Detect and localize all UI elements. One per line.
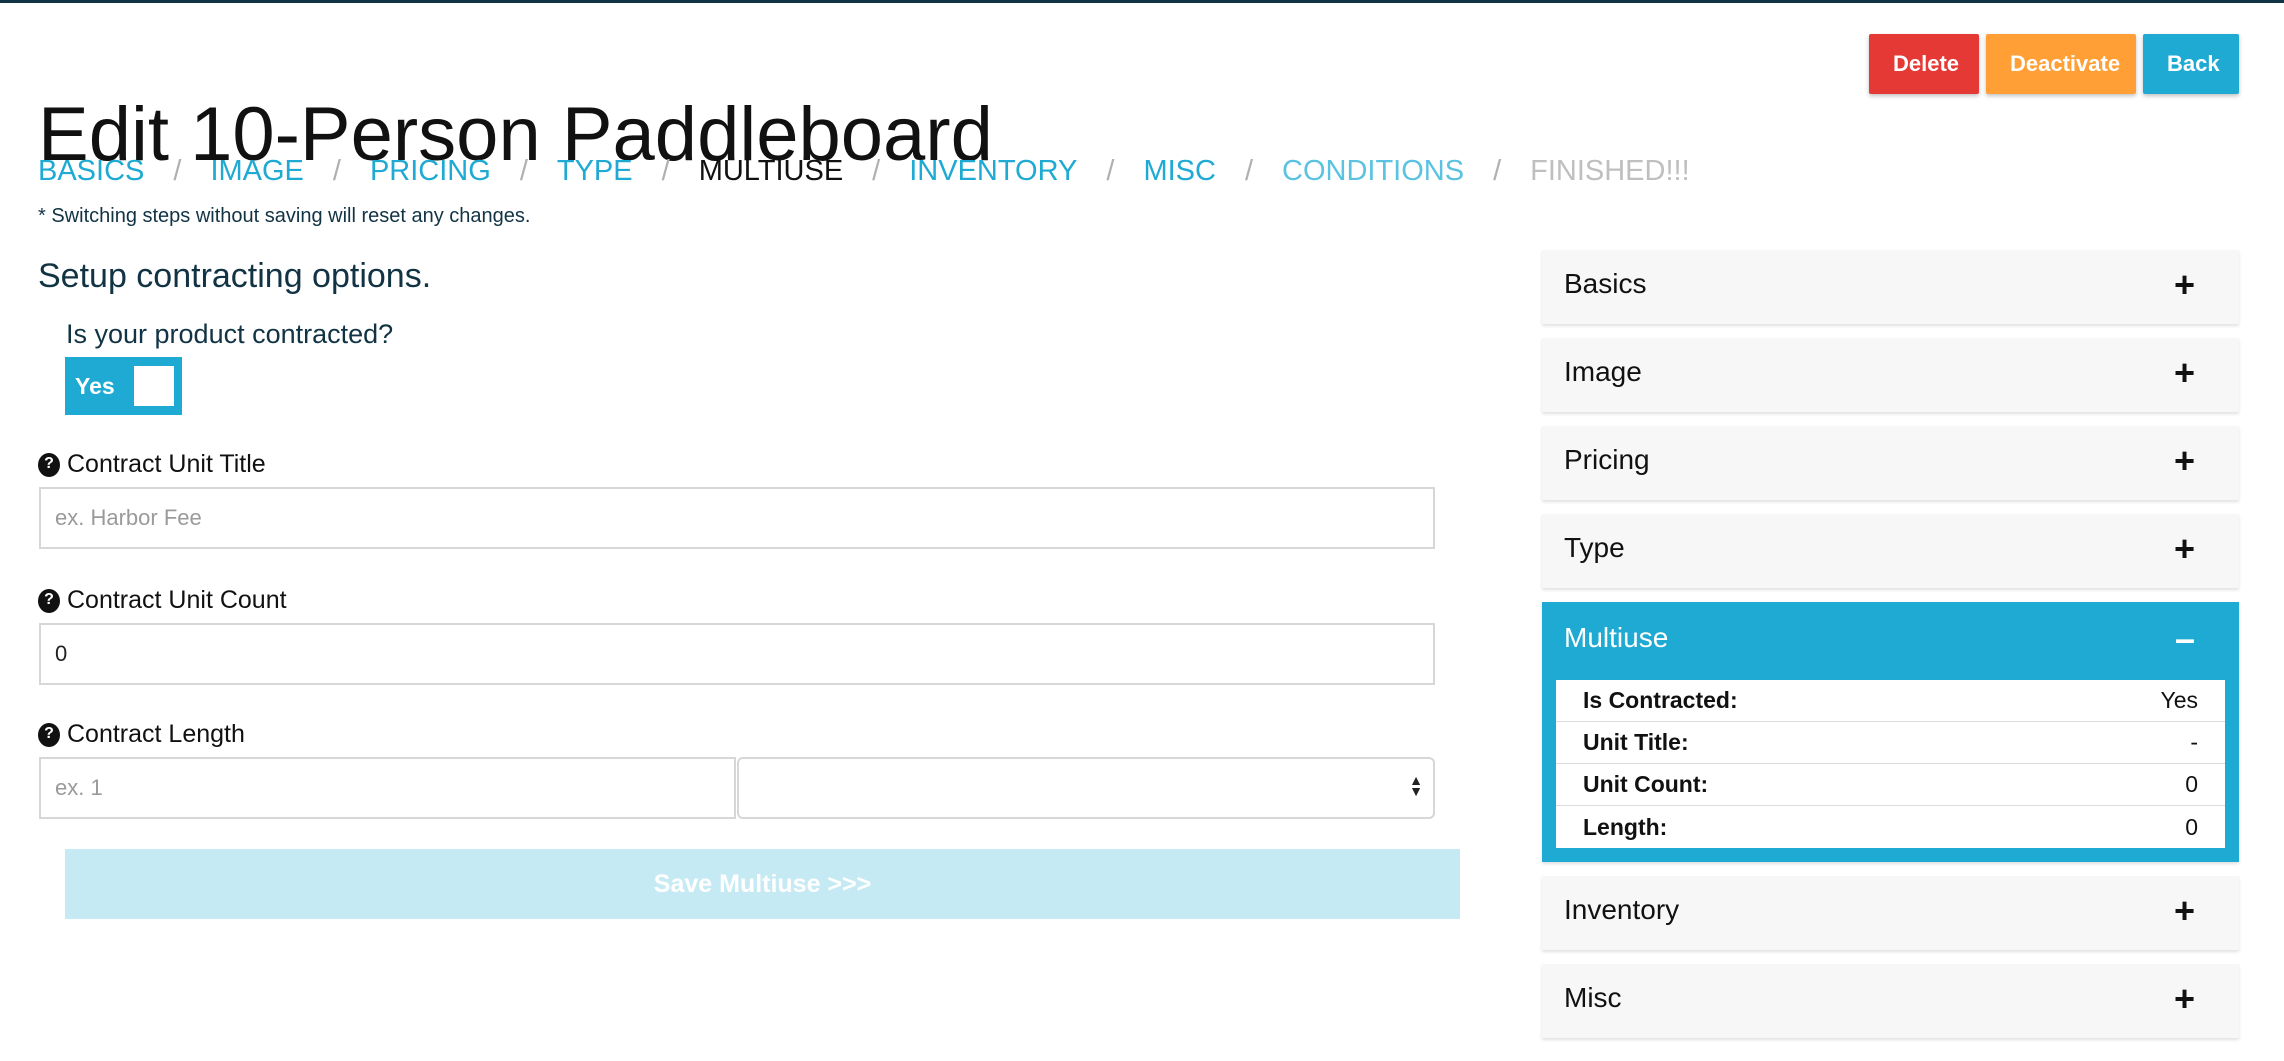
accordion-title: Type (1564, 532, 1625, 563)
step-navigation: BASICS / IMAGE / PRICING / TYPE / MULTIU… (38, 153, 1690, 189)
select-arrows-icon: ▲ ▼ (1409, 772, 1423, 799)
accordion-title: Basics (1564, 268, 1647, 299)
step-separator: / (661, 155, 670, 187)
contracted-question: Is your product contracted? (66, 319, 394, 349)
length-value-input[interactable] (39, 757, 736, 819)
section-title: Setup contracting options. (38, 257, 432, 295)
help-icon[interactable]: ? (38, 452, 60, 477)
help-icon[interactable]: ? (38, 722, 60, 747)
length-label: ? Contract Length (38, 720, 245, 749)
accordion-title: Image (1564, 356, 1642, 387)
step-misc[interactable]: MISC (1143, 153, 1216, 189)
step-separator: / (332, 155, 341, 187)
expand-plus-icon: + (2173, 890, 2195, 931)
accordion-title: Pricing (1564, 444, 1650, 475)
expand-plus-icon: + (2173, 440, 2195, 481)
accordion-type[interactable]: Type + (1542, 514, 2239, 588)
expand-plus-icon: + (2173, 978, 2195, 1019)
step-finished: FINISHED!!! (1530, 155, 1690, 187)
summary-row: Unit Count: 0 (1556, 764, 2225, 806)
accordion-image[interactable]: Image + (1542, 338, 2239, 412)
step-pricing[interactable]: PRICING (370, 153, 491, 189)
step-separator: / (1106, 155, 1115, 187)
step-separator: / (1493, 155, 1502, 187)
unit-count-label-text: Contract Unit Count (67, 586, 287, 614)
accordion-title: Misc (1564, 982, 1622, 1013)
unit-title-label: ? Contract Unit Title (38, 450, 266, 479)
deactivate-button[interactable]: Deactivate (1986, 34, 2136, 94)
length-unit-select[interactable]: ▲ ▼ (737, 757, 1435, 819)
accordion-multiuse-header[interactable]: Multiuse – (1542, 602, 2239, 680)
contracted-toggle[interactable]: Yes (65, 357, 182, 415)
summary-row: Unit Title: - (1556, 722, 2225, 764)
multiuse-summary-table: Is Contracted: Yes Unit Title: - Unit Co… (1556, 680, 2225, 848)
unit-title-input[interactable] (39, 487, 1435, 549)
accordion-inventory[interactable]: Inventory + (1542, 876, 2239, 950)
expand-plus-icon: + (2173, 528, 2195, 569)
collapse-minus-icon: – (2174, 618, 2195, 659)
unsaved-changes-note: * Switching steps without saving will re… (38, 205, 531, 227)
toggle-knob (134, 366, 174, 406)
step-separator: / (173, 155, 182, 187)
step-conditions[interactable]: CONDITIONS (1282, 153, 1464, 189)
accordion-multiuse-open: Multiuse – Is Contracted: Yes Unit Title… (1542, 602, 2239, 862)
step-image[interactable]: IMAGE (210, 153, 303, 189)
step-separator: / (1244, 155, 1253, 187)
accordion-title: Multiuse (1564, 622, 1669, 653)
summary-sidebar: Basics + Image + Pricing + Type + Multiu… (1542, 250, 2239, 1052)
step-separator: / (519, 155, 528, 187)
step-inventory[interactable]: INVENTORY (909, 153, 1077, 189)
step-multiuse-current: MULTIUSE (698, 155, 844, 187)
save-multiuse-button[interactable]: Save Multiuse >>> (65, 849, 1460, 919)
summary-value: Yes (2160, 687, 2198, 713)
toggle-label: Yes (75, 372, 115, 399)
step-separator: / (872, 155, 881, 187)
delete-button[interactable]: Delete (1869, 34, 1979, 94)
accordion-pricing[interactable]: Pricing + (1542, 426, 2239, 500)
summary-value: 0 (2185, 813, 2198, 840)
summary-key: Unit Count: (1583, 771, 1709, 797)
step-basics[interactable]: BASICS (38, 153, 144, 189)
top-actions: Delete Deactivate Back (1869, 34, 2239, 94)
expand-plus-icon: + (2173, 264, 2195, 305)
summary-row: Length: 0 (1556, 806, 2225, 848)
accordion-basics[interactable]: Basics + (1542, 250, 2239, 324)
unit-count-label: ? Contract Unit Count (38, 586, 287, 615)
summary-value: 0 (2185, 771, 2198, 797)
summary-row: Is Contracted: Yes (1556, 680, 2225, 722)
help-icon[interactable]: ? (38, 588, 60, 613)
accordion-title: Inventory (1564, 894, 1680, 925)
summary-key: Unit Title: (1583, 729, 1689, 755)
summary-key: Is Contracted: (1583, 687, 1738, 713)
unit-title-label-text: Contract Unit Title (67, 450, 266, 478)
length-label-text: Contract Length (67, 720, 245, 748)
accordion-misc[interactable]: Misc + (1542, 964, 2239, 1038)
step-type[interactable]: TYPE (557, 153, 633, 189)
expand-plus-icon: + (2173, 352, 2195, 393)
back-button[interactable]: Back (2143, 34, 2239, 94)
summary-key: Length: (1583, 813, 1668, 840)
summary-value: - (2190, 729, 2198, 755)
unit-count-input[interactable] (39, 623, 1435, 685)
